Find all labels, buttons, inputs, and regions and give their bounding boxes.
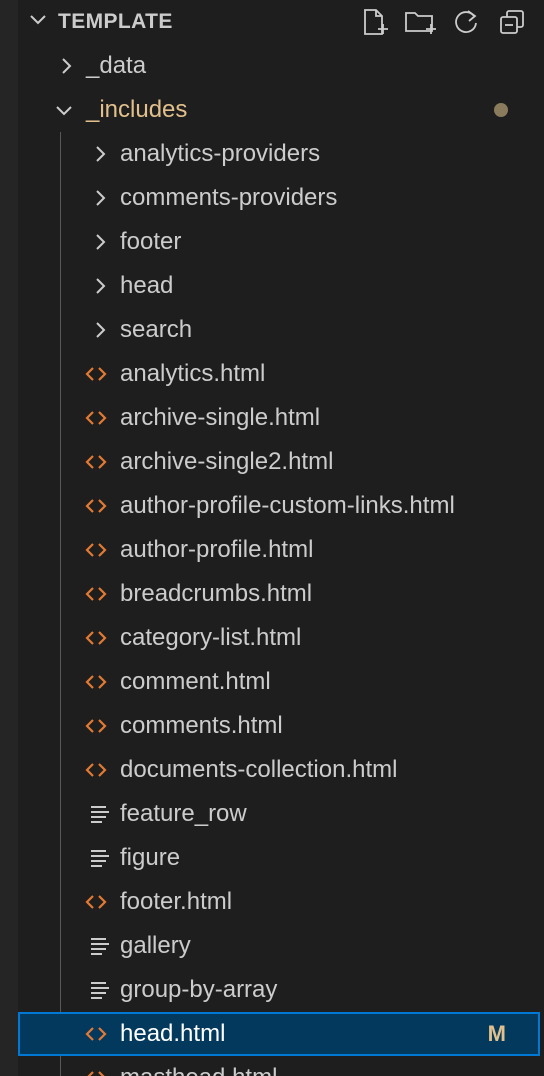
text-file-icon <box>88 846 112 870</box>
html-file-icon <box>84 406 108 430</box>
file-label: group-by-array <box>120 976 278 1003</box>
chevron-down-icon[interactable] <box>26 8 50 32</box>
html-file-icon <box>84 494 108 518</box>
chevron-right-icon[interactable] <box>88 186 112 210</box>
refresh-icon[interactable] <box>450 6 482 38</box>
tree-file-feature-row[interactable]: feature_row <box>18 792 544 836</box>
html-file-icon <box>84 758 108 782</box>
tree-file-masthead-html[interactable]: masthead.html <box>18 1056 544 1076</box>
tree-file-breadcrumbs-html[interactable]: breadcrumbs.html <box>18 572 544 616</box>
section-actions <box>358 6 528 38</box>
explorer-panel: TEMPLATE _data _includes analytics-provi… <box>0 0 544 1076</box>
folder-label: footer <box>120 228 182 255</box>
chevron-right-icon[interactable] <box>88 230 112 254</box>
section-title: TEMPLATE <box>58 10 173 33</box>
file-label: masthead.html <box>120 1064 277 1076</box>
tree-file-gallery[interactable]: gallery <box>18 924 544 968</box>
file-label: analytics.html <box>120 360 266 387</box>
chevron-right-icon[interactable] <box>88 318 112 342</box>
tree-file-analytics-html[interactable]: analytics.html <box>18 352 544 396</box>
folder-label: _includes <box>86 96 188 123</box>
chevron-right-icon[interactable] <box>88 142 112 166</box>
tree-folder-comments-providers[interactable]: comments-providers <box>18 176 544 220</box>
folder-label: analytics-providers <box>120 140 321 167</box>
tree-file-comment-html[interactable]: comment.html <box>18 660 544 704</box>
file-label: breadcrumbs.html <box>120 580 313 607</box>
tree-folder-data[interactable]: _data <box>18 44 544 88</box>
collapse-all-icon[interactable] <box>496 6 528 38</box>
folder-label: _data <box>86 52 147 79</box>
file-label: figure <box>120 844 181 871</box>
tree-folder-search[interactable]: search <box>18 308 544 352</box>
file-label: comments.html <box>120 712 283 739</box>
section-header[interactable]: TEMPLATE <box>18 0 544 44</box>
file-label: feature_row <box>120 800 247 827</box>
html-file-icon <box>84 582 108 606</box>
chevron-down-icon[interactable] <box>52 98 76 122</box>
tree-file-author-profile-custom-links-html[interactable]: author-profile-custom-links.html <box>18 484 544 528</box>
text-file-icon <box>88 978 112 1002</box>
folder-label: head <box>120 272 174 299</box>
tree-folder-head[interactable]: head <box>18 264 544 308</box>
file-label: comment.html <box>120 668 271 695</box>
modified-dot-badge <box>494 103 508 117</box>
file-label: category-list.html <box>120 624 302 651</box>
html-file-icon <box>84 626 108 650</box>
text-file-icon <box>88 934 112 958</box>
tree-file-category-list-html[interactable]: category-list.html <box>18 616 544 660</box>
new-file-icon[interactable] <box>358 6 390 38</box>
html-file-icon <box>84 714 108 738</box>
file-label: archive-single2.html <box>120 448 334 475</box>
tree-file-figure[interactable]: figure <box>18 836 544 880</box>
html-file-icon <box>84 450 108 474</box>
folder-label: search <box>120 316 193 343</box>
html-file-icon <box>84 1066 108 1076</box>
html-file-icon <box>84 890 108 914</box>
tree-file-head-html[interactable]: head.html M <box>18 1012 540 1056</box>
file-label: footer.html <box>120 888 233 915</box>
tree-folder-includes[interactable]: _includes <box>18 88 544 132</box>
tree-file-group-by-array[interactable]: group-by-array <box>18 968 544 1012</box>
chevron-right-icon[interactable] <box>54 54 78 78</box>
file-label: gallery <box>120 932 191 959</box>
file-label: documents-collection.html <box>120 756 398 783</box>
tree-file-archive-single2-html[interactable]: archive-single2.html <box>18 440 544 484</box>
html-file-icon <box>84 362 108 386</box>
tree-file-archive-single-html[interactable]: archive-single.html <box>18 396 544 440</box>
git-status-badge: M <box>487 1021 506 1046</box>
text-file-icon <box>88 802 112 826</box>
tree-file-footer-html[interactable]: footer.html <box>18 880 544 924</box>
tree-file-author-profile-html[interactable]: author-profile.html <box>18 528 544 572</box>
tree-folder-analytics-providers[interactable]: analytics-providers <box>18 132 544 176</box>
file-label: author-profile-custom-links.html <box>120 492 455 519</box>
file-label: archive-single.html <box>120 404 321 431</box>
folder-label: comments-providers <box>120 184 338 211</box>
tree-folder-footer[interactable]: footer <box>18 220 544 264</box>
file-label: head.html <box>120 1020 226 1047</box>
tree-file-comments-html[interactable]: comments.html <box>18 704 544 748</box>
file-label: author-profile.html <box>120 536 314 563</box>
tree-file-documents-collection-html[interactable]: documents-collection.html <box>18 748 544 792</box>
html-file-icon <box>84 1022 108 1046</box>
chevron-right-icon[interactable] <box>88 274 112 298</box>
new-folder-icon[interactable] <box>404 6 436 38</box>
html-file-icon <box>84 670 108 694</box>
html-file-icon <box>84 538 108 562</box>
